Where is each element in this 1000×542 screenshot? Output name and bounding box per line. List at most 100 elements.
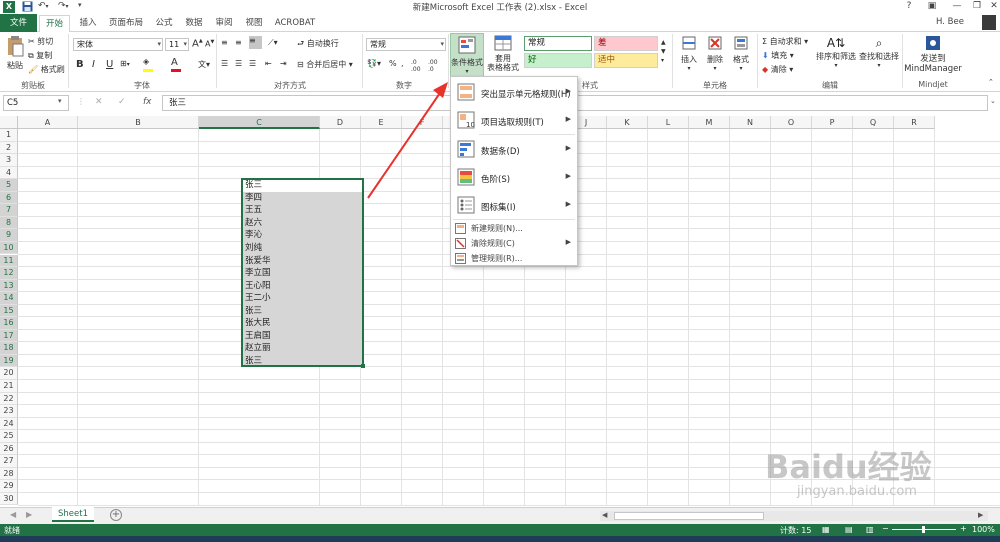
format-as-table-button[interactable]: 套用 表格格式: [486, 35, 520, 79]
row-header-9[interactable]: 9: [0, 229, 18, 242]
name-box-dropdown-icon[interactable]: ▾: [58, 97, 62, 105]
insert-cells-button[interactable]: 插入 ▾: [678, 35, 700, 72]
cell-c16[interactable]: 张大民: [242, 317, 363, 330]
column-header-k[interactable]: K: [607, 116, 648, 129]
cell-c19[interactable]: 张三: [242, 355, 363, 368]
avatar[interactable]: [982, 15, 996, 30]
merge-center-button[interactable]: ⊟ 合并后居中 ▾: [297, 59, 353, 70]
sheet-next-icon[interactable]: ▶: [26, 510, 32, 519]
row-header-27[interactable]: 27: [0, 455, 18, 468]
row-header-25[interactable]: 25: [0, 430, 18, 443]
format-painter-button[interactable]: 🖌 格式刷: [28, 64, 65, 75]
row-header-16[interactable]: 16: [0, 317, 18, 330]
clear-button[interactable]: ◆ 清除 ▾: [762, 64, 793, 75]
cell-c11[interactable]: 张爱华: [242, 255, 363, 268]
styles-scroll-icon[interactable]: ▲ ▼ ▾: [661, 38, 666, 65]
comma-icon[interactable]: ,: [401, 59, 404, 68]
indent-increase-icon[interactable]: ⇥: [280, 59, 287, 68]
align-left-icon[interactable]: ☰: [221, 59, 228, 68]
column-header-q[interactable]: Q: [853, 116, 894, 129]
italic-button[interactable]: I: [92, 59, 95, 70]
row-header-7[interactable]: 7: [0, 204, 18, 217]
format-cells-button[interactable]: 格式 ▾: [730, 35, 752, 72]
select-all-corner[interactable]: [0, 116, 18, 129]
menu-item-highlight-rules[interactable]: 突出显示单元格规则(H) ▶: [451, 79, 577, 105]
font-name-combo[interactable]: 宋体 ▾: [73, 38, 163, 51]
underline-button[interactable]: U: [106, 59, 113, 70]
cell-c14[interactable]: 王二小: [242, 292, 363, 305]
column-header-r[interactable]: R: [894, 116, 935, 129]
cell-c7[interactable]: 王五: [242, 204, 363, 217]
cancel-entry-icon[interactable]: ✕: [95, 97, 103, 107]
column-header-a[interactable]: A: [18, 116, 78, 129]
tab-review[interactable]: 审阅: [212, 16, 236, 32]
tab-view[interactable]: 视图: [242, 16, 266, 32]
cell-c17[interactable]: 王启国: [242, 330, 363, 343]
zoom-in-icon[interactable]: +: [960, 524, 967, 533]
zoom-level[interactable]: 100%: [972, 525, 995, 534]
cell-c10[interactable]: 刘纯: [242, 242, 363, 255]
horizontal-scrollbar[interactable]: ◀ ▶: [600, 511, 988, 521]
align-right-icon[interactable]: ☰: [249, 59, 256, 68]
page-layout-view-icon[interactable]: ▤: [845, 525, 853, 534]
font-size-combo[interactable]: 11 ▾: [165, 38, 189, 51]
row-header-10[interactable]: 10: [0, 241, 18, 255]
orientation-icon[interactable]: ⟋▾: [268, 38, 278, 48]
cut-button[interactable]: ✂ 剪切: [28, 36, 53, 47]
cell-c13[interactable]: 王心阳: [242, 280, 363, 293]
cell-c6[interactable]: 李四: [242, 192, 363, 205]
column-header-b[interactable]: B: [78, 116, 199, 129]
normal-view-icon[interactable]: ▦: [822, 525, 830, 534]
scroll-right-icon[interactable]: ▶: [978, 511, 983, 519]
row-header-29[interactable]: 29: [0, 480, 18, 493]
ribbon-display-icon[interactable]: ▣: [920, 1, 944, 13]
zoom-slider[interactable]: [892, 526, 956, 533]
phonetic-button[interactable]: 文▾: [198, 59, 210, 70]
currency-icon[interactable]: 💱▾: [367, 59, 381, 68]
percent-icon[interactable]: %: [389, 59, 397, 68]
row-header-23[interactable]: 23: [0, 405, 18, 418]
column-header-c[interactable]: C: [199, 116, 320, 129]
row-header-20[interactable]: 20: [0, 367, 18, 380]
menu-item-color-scales[interactable]: 色阶(S) ▶: [451, 164, 577, 190]
tab-home[interactable]: 开始: [39, 15, 70, 33]
indent-decrease-icon[interactable]: ⇤: [265, 59, 272, 68]
cell-c12[interactable]: 李立国: [242, 267, 363, 280]
send-to-mindmanager-button[interactable]: 发送到 MindManager: [904, 35, 962, 74]
row-header-12[interactable]: 12: [0, 267, 18, 280]
decrease-decimal-icon[interactable]: .00.0: [428, 59, 438, 73]
paste-button[interactable]: 粘贴: [4, 35, 26, 75]
style-neutral[interactable]: 适中: [594, 53, 658, 68]
tab-page-layout[interactable]: 页面布局: [106, 16, 146, 32]
row-header-5[interactable]: 5: [0, 179, 18, 192]
grow-font-button[interactable]: A▲: [192, 38, 203, 49]
delete-cells-button[interactable]: 删除 ▾: [704, 35, 726, 72]
tab-data[interactable]: 数据: [182, 16, 206, 32]
row-header-21[interactable]: 21: [0, 380, 18, 393]
row-header-6[interactable]: 6: [0, 191, 18, 205]
page-break-view-icon[interactable]: ▥: [866, 525, 874, 534]
align-center-icon[interactable]: ☰: [235, 59, 242, 68]
row-header-24[interactable]: 24: [0, 417, 18, 431]
row-header-17[interactable]: 17: [0, 329, 18, 343]
menu-item-icon-sets[interactable]: 图标集(I) ▶: [451, 192, 577, 218]
conditional-format-button[interactable]: 条件格式 ▾: [450, 33, 484, 77]
tab-formulas[interactable]: 公式: [152, 16, 176, 32]
wrap-text-button[interactable]: ⮐ 自动换行: [297, 38, 339, 52]
fill-color-button[interactable]: ◈: [143, 57, 153, 72]
tab-insert[interactable]: 插入: [76, 16, 100, 32]
sheet-prev-icon[interactable]: ◀: [10, 510, 16, 519]
close-icon[interactable]: ✕: [982, 1, 1000, 13]
row-header-4[interactable]: 4: [0, 166, 18, 180]
row-header-28[interactable]: 28: [0, 467, 18, 481]
find-select-button[interactable]: ⌕ 查找和选择 ▾: [858, 35, 900, 69]
menu-item-new-rule[interactable]: 新建规则(N)...: [451, 220, 577, 236]
row-header-22[interactable]: 22: [0, 392, 18, 406]
row-header-15[interactable]: 15: [0, 304, 18, 318]
copy-button[interactable]: ⧉ 复制: [28, 50, 52, 61]
column-header-l[interactable]: L: [648, 116, 689, 129]
scroll-left-icon[interactable]: ◀: [602, 511, 607, 519]
row-header-13[interactable]: 13: [0, 279, 18, 293]
zoom-slider-thumb[interactable]: [922, 526, 925, 533]
insert-function-icon[interactable]: fx: [143, 97, 152, 107]
